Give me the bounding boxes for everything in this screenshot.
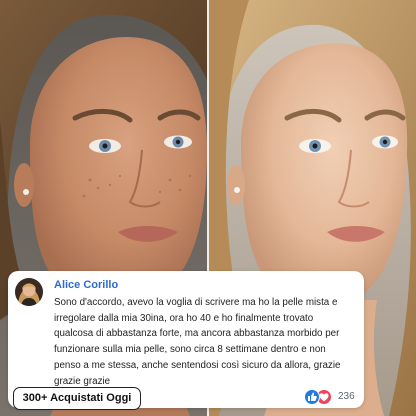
avatar[interactable] bbox=[15, 278, 43, 306]
avatar-photo-icon bbox=[15, 278, 43, 306]
before-after-ad: Alice Corillo Sono d'accordo, avevo la v… bbox=[0, 0, 416, 416]
reaction-count: 236 bbox=[338, 391, 355, 402]
like-icon bbox=[304, 389, 320, 405]
comment-text: Sono d'accordo, avevo la voglia di scriv… bbox=[54, 297, 341, 387]
purchases-badge: 300+ Acquistati Oggi bbox=[13, 387, 141, 410]
comment-author[interactable]: Alice Corillo bbox=[54, 279, 118, 291]
